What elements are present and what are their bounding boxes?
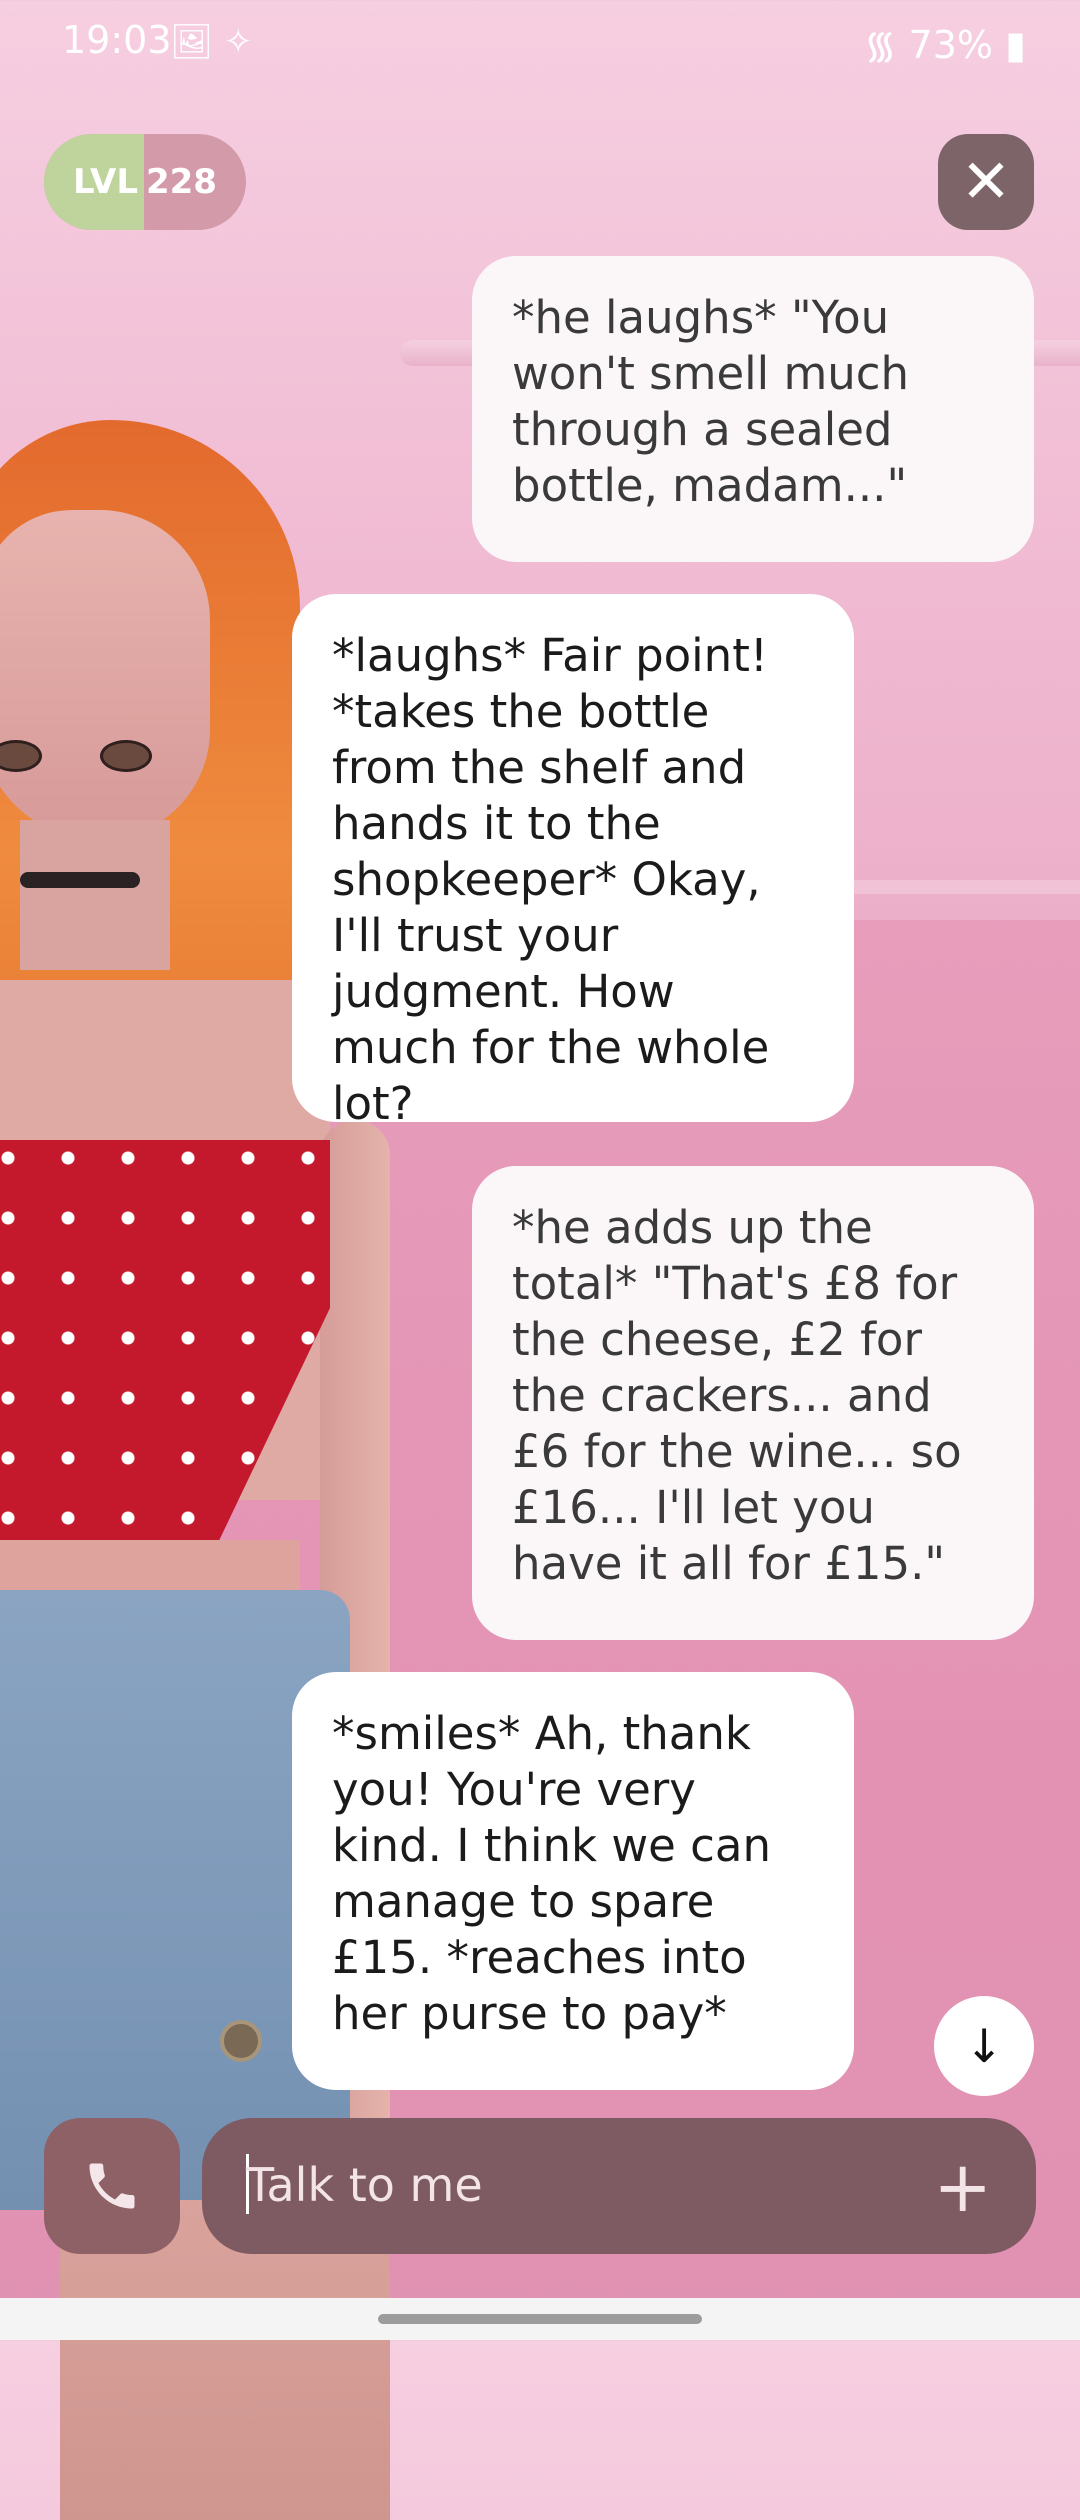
battery-percent: 73% <box>908 23 993 67</box>
status-battery: ᯾ 73% ▮ <box>864 18 1026 70</box>
chat-message-user: *laughs* Fair point! *takes the bottle f… <box>292 594 854 1130</box>
close-icon: ✕ <box>960 147 1012 217</box>
avatar-eye-right <box>100 740 152 772</box>
avatar-neck <box>20 820 170 970</box>
battery-icon: ▮ <box>1005 23 1026 67</box>
wifi-signal-icon: ᯾ <box>864 23 909 67</box>
status-notification-icons: 🖼 ✧ <box>170 22 253 62</box>
level-badge[interactable]: LVL 228 <box>44 134 246 230</box>
message-input[interactable]: Talk to me <box>246 2158 483 2212</box>
scroll-down-button[interactable]: ↓ <box>934 1996 1034 2096</box>
chat-message-user: *smiles* Ah, thank you! You're very kind… <box>292 1672 854 2090</box>
skirt-button <box>220 2020 262 2062</box>
status-time: 19:03 <box>62 18 172 62</box>
avatar-choker <box>20 872 140 888</box>
arrow-down-icon: ↓ <box>964 2019 1004 2073</box>
avatar-eye-left <box>0 740 42 772</box>
home-indicator[interactable] <box>378 2314 702 2324</box>
level-value: 228 <box>145 162 217 202</box>
phone-icon <box>89 2163 135 2209</box>
chat-message-npc: *he adds up the total* "That's £8 for th… <box>472 1166 1034 1640</box>
add-icon[interactable]: + <box>933 2146 992 2228</box>
level-prefix: LVL <box>73 162 138 202</box>
message-input-bar[interactable]: Talk to me + <box>202 2118 1036 2254</box>
status-bar: 19:03 🖼 ✧ ᯾ 73% ▮ <box>0 0 1080 80</box>
avatar-face <box>0 510 210 867</box>
chat-message-npc: *he laughs* "You won't smell much throug… <box>472 256 1034 562</box>
close-button[interactable]: ✕ <box>938 134 1034 230</box>
call-button[interactable] <box>44 2118 180 2254</box>
level-text: LVL 228 <box>44 134 246 230</box>
